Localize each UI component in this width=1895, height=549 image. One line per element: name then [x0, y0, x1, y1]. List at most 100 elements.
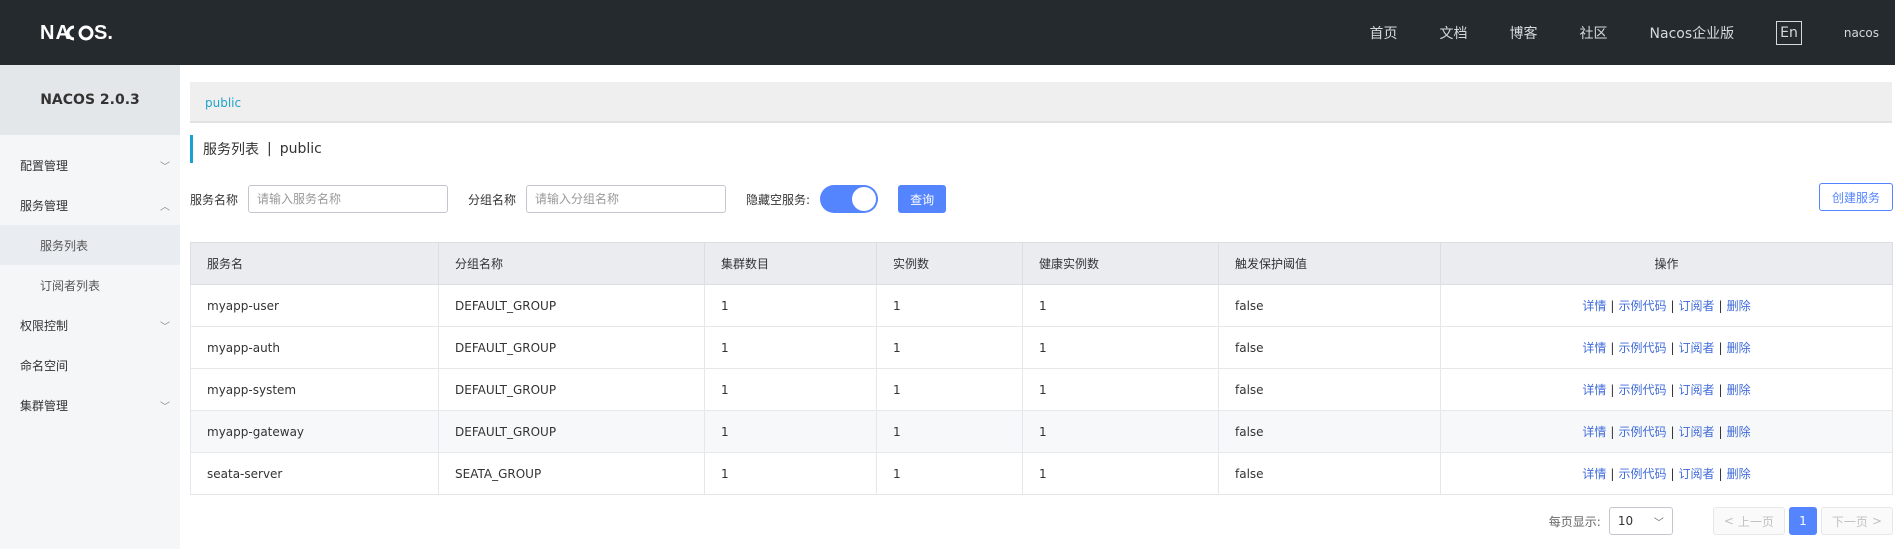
sidebar-item-label: 服务管理 — [20, 198, 69, 213]
group-name-input[interactable] — [526, 185, 727, 213]
subscriber-link[interactable]: 订阅者 — [1679, 383, 1715, 397]
delete-link[interactable]: 删除 — [1727, 299, 1751, 313]
nav-enterprise[interactable]: Nacos企业版 — [1650, 23, 1735, 43]
subscriber-link[interactable]: 订阅者 — [1679, 299, 1715, 313]
table-cell: 1 — [704, 410, 877, 453]
filter-bar: 服务名称 分组名称 隐藏空服务: 查询 创建服务 — [190, 183, 1895, 215]
sample-code-link[interactable]: 示例代码 — [1618, 467, 1666, 481]
top-nav: 首页 文档 博客 社区 Nacos企业版 En nacos — [1370, 0, 1895, 65]
table-cell: myapp-user — [190, 284, 439, 327]
action-separator: | — [1718, 425, 1723, 439]
table-cell: 1 — [876, 284, 1023, 327]
hide-empty-toggle[interactable] — [820, 185, 879, 213]
prev-page-button[interactable]: < 上一页 — [1712, 507, 1785, 535]
group-name-label: 分组名称 — [468, 192, 517, 207]
sample-code-link[interactable]: 示例代码 — [1618, 299, 1666, 313]
svg-text:NA: NA — [40, 22, 71, 43]
row-actions: 详情 | 示例代码 | 订阅者 | 删除 — [1440, 326, 1893, 369]
delete-link[interactable]: 删除 — [1727, 467, 1751, 481]
nav-community[interactable]: 社区 — [1580, 23, 1608, 43]
query-button[interactable]: 查询 — [898, 185, 947, 213]
sidebar-item-subscriber-list[interactable]: 订阅者列表 — [0, 265, 180, 305]
delete-link[interactable]: 删除 — [1727, 383, 1751, 397]
language-switch-button[interactable]: En — [1776, 20, 1802, 45]
nav-blog[interactable]: 博客 — [1510, 23, 1538, 43]
sidebar-item-service-list[interactable]: 服务列表 — [0, 225, 180, 265]
col-group-name: 分组名称 — [438, 242, 705, 285]
sample-code-link[interactable]: 示例代码 — [1618, 383, 1666, 397]
sidebar-item-namespace[interactable]: 命名空间 — [0, 345, 180, 385]
action-separator: | — [1718, 383, 1723, 397]
page-title-namespace: public — [279, 141, 322, 157]
table-cell: DEFAULT_GROUP — [438, 326, 705, 369]
action-separator: | — [1718, 467, 1723, 481]
col-protect-threshold: 触发保护阈值 — [1218, 242, 1441, 285]
nacos-logo[interactable]: NA S. — [40, 18, 126, 46]
table-row: myapp-user DEFAULT_GROUP 1 1 1 false 详情 | 示例代码 | 订… — [190, 284, 1893, 327]
service-name-label: 服务名称 — [190, 192, 239, 207]
subscriber-link[interactable]: 订阅者 — [1679, 341, 1715, 355]
nacos-logo-mark: NA S. — [40, 22, 113, 43]
delete-link[interactable]: 删除 — [1727, 341, 1751, 355]
service-table: 服务名 分组名称 集群数目 实例数 健康实例数 触发保护阈值 操作 myapp-… — [190, 242, 1893, 495]
detail-link[interactable]: 详情 — [1582, 383, 1606, 397]
chevron-down-icon: ﹀ — [160, 321, 170, 333]
row-actions: 详情 | 示例代码 | 订阅者 | 删除 — [1440, 368, 1893, 411]
next-page-label: 下一页 — [1831, 514, 1868, 529]
page-size-value: 10 — [1617, 514, 1634, 528]
chevron-right-icon: > — [1871, 514, 1882, 528]
action-separator: | — [1670, 341, 1675, 355]
action-separator: | — [1670, 299, 1675, 313]
namespace-link[interactable]: public — [205, 96, 241, 110]
sample-code-link[interactable]: 示例代码 — [1618, 341, 1666, 355]
table-row: myapp-gateway DEFAULT_GROUP 1 1 1 false 详情 | 示例代… — [190, 410, 1893, 453]
subscriber-link[interactable]: 订阅者 — [1679, 425, 1715, 439]
action-separator: | — [1610, 383, 1615, 397]
chevron-down-icon: ﹀ — [160, 161, 170, 173]
table-cell: 1 — [876, 368, 1023, 411]
nav-docs[interactable]: 文档 — [1440, 23, 1468, 43]
sidebar-item-cluster[interactable]: 集群管理 ﹀ — [0, 385, 180, 425]
sidebar-item-service[interactable]: 服务管理 ︿ — [0, 185, 180, 225]
table-cell: 1 — [1022, 368, 1219, 411]
table-cell: myapp-auth — [190, 326, 439, 369]
create-service-button[interactable]: 创建服务 — [1818, 183, 1893, 211]
action-separator: | — [1718, 341, 1723, 355]
next-page-button[interactable]: 下一页 > — [1820, 507, 1893, 535]
sidebar: NACOS 2.0.3 配置管理 ﹀ 服务管理 ︿ 服务列表 订阅者列表 权限控… — [0, 65, 180, 549]
top-header: NA S. 首页 文档 博客 社区 Nacos企业版 En nacos — [0, 0, 1895, 65]
table-cell: 1 — [1022, 326, 1219, 369]
subscriber-link[interactable]: 订阅者 — [1679, 467, 1715, 481]
detail-link[interactable]: 详情 — [1582, 341, 1606, 355]
action-separator: | — [1670, 383, 1675, 397]
user-name[interactable]: nacos — [1844, 26, 1879, 40]
col-cluster-count: 集群数目 — [704, 242, 877, 285]
main-content: public 服务列表 | public 服务名称 分组名称 隐藏空服务: 查询… — [180, 65, 1895, 549]
col-instance-count: 实例数 — [876, 242, 1023, 285]
sidebar-item-auth[interactable]: 权限控制 ﹀ — [0, 305, 180, 345]
detail-link[interactable]: 详情 — [1582, 425, 1606, 439]
sidebar-item-label: 配置管理 — [20, 158, 69, 173]
delete-link[interactable]: 删除 — [1727, 425, 1751, 439]
page-size-select[interactable]: 10 ﹀ — [1608, 507, 1673, 535]
row-actions: 详情 | 示例代码 | 订阅者 | 删除 — [1440, 284, 1893, 327]
action-separator: | — [1670, 467, 1675, 481]
table-cell: 1 — [876, 410, 1023, 453]
detail-link[interactable]: 详情 — [1582, 299, 1606, 313]
nav-home[interactable]: 首页 — [1370, 23, 1398, 43]
version-label: NACOS 2.0.3 — [0, 65, 180, 135]
table-cell: 1 — [876, 452, 1023, 495]
sidebar-item-config[interactable]: 配置管理 ﹀ — [0, 145, 180, 185]
table-cell: 1 — [1022, 452, 1219, 495]
table-cell: myapp-gateway — [190, 410, 439, 453]
action-separator: | — [1610, 341, 1615, 355]
table-cell: 1 — [876, 326, 1023, 369]
col-service-name: 服务名 — [190, 242, 439, 285]
sample-code-link[interactable]: 示例代码 — [1618, 425, 1666, 439]
svg-text:S.: S. — [94, 22, 113, 43]
page-number-current[interactable]: 1 — [1788, 507, 1817, 535]
detail-link[interactable]: 详情 — [1582, 467, 1606, 481]
namespace-bar: public — [190, 82, 1892, 123]
title-separator: | — [267, 141, 272, 157]
service-name-input[interactable] — [248, 185, 449, 213]
